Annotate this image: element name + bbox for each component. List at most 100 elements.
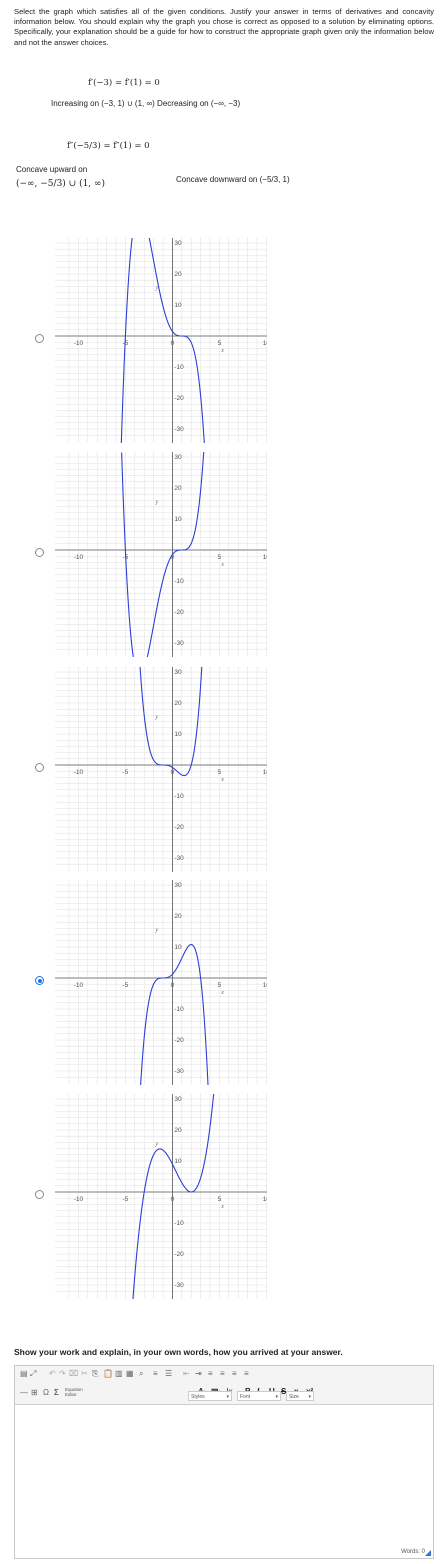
x-tick-label: 0 bbox=[171, 982, 175, 989]
equation-editor-label[interactable]: Equation Editor bbox=[65, 1387, 95, 1397]
paste-text-icon[interactable]: ▥ bbox=[115, 1369, 123, 1379]
paste-icon[interactable]: 📋 bbox=[103, 1369, 113, 1379]
y-tick-label: -30 bbox=[174, 1068, 184, 1075]
align-right-icon[interactable]: ≡ bbox=[232, 1369, 237, 1379]
y-tick-label: -20 bbox=[174, 395, 184, 402]
equation-icon[interactable]: Σ bbox=[54, 1388, 59, 1398]
x-tick-label: 5 bbox=[218, 1196, 222, 1203]
y-tick-label: 20 bbox=[174, 1127, 182, 1134]
y-tick-label: -30 bbox=[174, 1282, 184, 1289]
indent-icon[interactable]: ⇥ bbox=[195, 1369, 202, 1379]
copy-icon[interactable]: ⎘ bbox=[92, 1369, 98, 1379]
size-label: Size bbox=[289, 1394, 299, 1400]
find-icon[interactable]: ⌕ bbox=[139, 1369, 143, 1379]
concave-up-label: Concave upward on bbox=[16, 165, 88, 174]
chevron-down-icon: ▾ bbox=[275, 1394, 278, 1400]
table-icon[interactable]: ⊞ bbox=[31, 1388, 38, 1398]
paste-word-icon[interactable]: ▦ bbox=[126, 1369, 134, 1379]
undo-icon[interactable]: ↶ bbox=[49, 1369, 56, 1379]
graph-option-1: -10-50510302010-10-20-30xy bbox=[55, 238, 267, 443]
option-radio-2[interactable] bbox=[35, 548, 44, 557]
x-tick-label: 0 bbox=[171, 340, 175, 347]
x-tick-label: -5 bbox=[123, 1196, 129, 1203]
x-axis-label: x bbox=[220, 1204, 224, 1210]
source-icon[interactable]: ▤ bbox=[20, 1369, 28, 1379]
y-tick-label: 30 bbox=[174, 669, 182, 676]
answer-editor: ▤ ⤢ ↶ ↷ ⌧ ✂ ⎘ 📋 ▥ ▦ ⌕ ≡ ☰ ⇤ ⇥ ≡ ≡ ≡ ≡ ― … bbox=[14, 1365, 434, 1559]
option-radio-1[interactable] bbox=[35, 334, 44, 343]
x-tick-label: 5 bbox=[218, 340, 222, 347]
option-radio-3[interactable] bbox=[35, 763, 44, 772]
x-tick-label: -5 bbox=[123, 769, 129, 776]
y-axis-label: y bbox=[154, 1142, 158, 1148]
word-count: Words: 0 bbox=[401, 1549, 425, 1555]
y-axis-label: y bbox=[154, 500, 158, 506]
grid bbox=[55, 1094, 267, 1299]
y-tick-label: -20 bbox=[174, 824, 184, 831]
numbered-list-icon[interactable]: ≡ bbox=[153, 1369, 158, 1379]
y-tick-label: 10 bbox=[174, 731, 182, 738]
x-tick-label: 5 bbox=[218, 982, 222, 989]
outdent-icon[interactable]: ⇤ bbox=[183, 1369, 190, 1379]
editor-text-area[interactable] bbox=[15, 1405, 433, 1544]
condition-monotonicity: Increasing on (−3, 1) ∪ (1, ∞) Decreasin… bbox=[51, 99, 241, 108]
redo-icon[interactable]: ↷ bbox=[59, 1369, 66, 1379]
graph-option-5: -10 -5 0 5 10 30 20 10 -10 -20 -30 x y bbox=[55, 1094, 267, 1299]
x-axis-label: x bbox=[220, 990, 224, 996]
grid bbox=[55, 452, 267, 657]
y-tick-label: 30 bbox=[174, 882, 182, 889]
x-tick-label: 10 bbox=[263, 769, 267, 776]
y-tick-label: -30 bbox=[174, 640, 184, 647]
y-tick-label: 10 bbox=[174, 516, 182, 523]
work-prompt: Show your work and explain, in your own … bbox=[14, 1347, 343, 1357]
resize-handle[interactable] bbox=[425, 1550, 431, 1556]
editor-toolbar: ▤ ⤢ ↶ ↷ ⌧ ✂ ⎘ 📋 ▥ ▦ ⌕ ≡ ☰ ⇤ ⇥ ≡ ≡ ≡ ≡ ― … bbox=[15, 1366, 433, 1405]
fullscreen-icon[interactable]: ⤢ bbox=[30, 1369, 36, 1379]
bulleted-list-icon[interactable]: ☰ bbox=[165, 1369, 172, 1379]
y-axis-label: y bbox=[154, 715, 158, 721]
y-tick-label: -10 bbox=[174, 364, 184, 371]
align-center-icon[interactable]: ≡ bbox=[220, 1369, 225, 1379]
y-tick-label: 30 bbox=[174, 454, 182, 461]
graph-option-4: -10 -5 0 5 10 30 20 10 -10 -20 -30 x y bbox=[55, 880, 267, 1085]
x-tick-label: 0 bbox=[171, 1196, 175, 1203]
y-tick-label: -20 bbox=[174, 1251, 184, 1258]
condition-second-derivative: f″(−5/3) = f″(1) = 0 bbox=[67, 141, 150, 151]
y-tick-label: -20 bbox=[174, 609, 184, 616]
y-tick-label: -10 bbox=[174, 1220, 184, 1227]
align-justify-icon[interactable]: ≡ bbox=[244, 1369, 249, 1379]
x-axis-label: x bbox=[220, 562, 224, 568]
concave-down-condition: Concave downward on (−5/3, 1) bbox=[176, 175, 290, 184]
x-tick-label: -10 bbox=[74, 554, 84, 561]
x-tick-label: -10 bbox=[74, 982, 84, 989]
y-tick-label: 20 bbox=[174, 271, 182, 278]
x-tick-label: 5 bbox=[218, 554, 222, 561]
special-char-icon[interactable]: Ω bbox=[43, 1388, 49, 1398]
option-radio-4[interactable] bbox=[35, 976, 44, 985]
function-curve bbox=[139, 667, 203, 777]
x-tick-label: 0 bbox=[171, 769, 175, 776]
y-tick-label: 20 bbox=[174, 700, 182, 707]
y-tick-label: 30 bbox=[174, 240, 182, 247]
styles-dropdown[interactable]: Styles ▾ bbox=[188, 1391, 232, 1401]
font-label: Font bbox=[240, 1394, 251, 1400]
grid bbox=[55, 667, 267, 872]
x-tick-label: -5 bbox=[123, 982, 129, 989]
grid bbox=[55, 238, 267, 443]
y-tick-label: -30 bbox=[174, 426, 184, 433]
y-tick-label: 10 bbox=[174, 944, 182, 951]
option-radio-5[interactable] bbox=[35, 1190, 44, 1199]
y-tick-label: 30 bbox=[174, 1096, 182, 1103]
chevron-down-icon: ▾ bbox=[308, 1394, 311, 1400]
condition-first-derivative: f′(−3) = f′(1) = 0 bbox=[88, 78, 160, 88]
align-left-icon[interactable]: ≡ bbox=[208, 1369, 213, 1379]
size-dropdown[interactable]: Size ▾ bbox=[286, 1391, 314, 1401]
horizontal-line-icon[interactable]: ― bbox=[20, 1388, 28, 1398]
cut-icon[interactable]: ✂ bbox=[81, 1369, 88, 1379]
y-tick-label: 10 bbox=[174, 302, 182, 309]
x-axis-label: x bbox=[220, 348, 224, 354]
remove-format-icon[interactable]: ⌧ bbox=[69, 1369, 78, 1379]
font-dropdown[interactable]: Font ▾ bbox=[237, 1391, 281, 1401]
y-tick-label: -10 bbox=[174, 1006, 184, 1013]
y-tick-label: 10 bbox=[174, 1158, 182, 1165]
